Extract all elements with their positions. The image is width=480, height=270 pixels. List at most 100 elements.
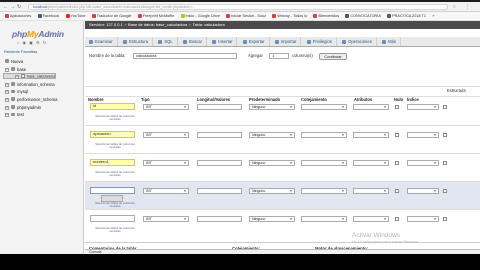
collation-select[interactable]: ▼ <box>301 215 347 222</box>
index-select[interactable]: ▼ <box>407 215 439 222</box>
tab-estructura[interactable]: Estructura <box>119 37 154 46</box>
auto-increment-checkbox[interactable] <box>443 216 447 221</box>
length-input[interactable] <box>197 215 242 222</box>
collation-select[interactable]: ▼ <box>301 131 347 138</box>
tab-mas[interactable]: Más <box>378 37 401 46</box>
central-columns-link[interactable]: Seleccionar tablas de columnas centrales <box>90 115 140 121</box>
type-select[interactable]: INT ▼ <box>143 159 189 166</box>
default-select[interactable]: Ninguno ▼ <box>249 103 295 110</box>
column-name-input[interactable]: id <box>90 103 135 110</box>
add-columns-count[interactable]: 1 <box>269 53 289 59</box>
column-name-input[interactable]: operacion <box>90 131 135 138</box>
tree-item-base[interactable]: − base <box>3 66 83 74</box>
tab-examinar[interactable]: Examinar <box>85 37 118 46</box>
null-checkbox[interactable] <box>395 160 399 165</box>
collapse-icon[interactable]: − <box>5 67 9 72</box>
tree-item-information-schema[interactable]: + information_schema <box>3 81 83 89</box>
tab-sql[interactable]: SQL <box>154 37 178 46</box>
default-select[interactable]: Ninguno ▼ <box>249 187 295 194</box>
attributes-select[interactable]: ▼ <box>353 215 389 222</box>
tab-privilegios[interactable]: Privilegios <box>303 37 337 46</box>
recent-favorites-links[interactable]: Reciente Favoritas <box>4 49 37 54</box>
breadcrumb-database[interactable]: Base de datos: base_calculadora <box>128 22 187 27</box>
column-name-input[interactable]: numero1 <box>90 159 135 166</box>
tree-item-base-calculadora[interactable]: + base_calculadora <box>3 73 57 80</box>
tree-item-mysql[interactable]: + mysql <box>3 88 83 96</box>
index-select[interactable]: ▼ <box>407 159 439 166</box>
attributes-select[interactable]: ▼ <box>353 159 389 166</box>
auto-increment-checkbox[interactable] <box>443 160 447 165</box>
null-checkbox[interactable] <box>395 104 399 109</box>
collation-select[interactable]: ▼ <box>301 103 347 110</box>
expand-icon[interactable]: + <box>5 113 9 118</box>
length-input[interactable] <box>197 187 242 194</box>
tree-item-test[interactable]: + test <box>3 111 83 119</box>
auto-increment-checkbox[interactable] <box>443 188 447 193</box>
continue-button[interactable]: Continuar <box>319 52 347 60</box>
attributes-select[interactable]: ▼ <box>353 131 389 138</box>
default-select[interactable]: Ninguno ▼ <box>249 131 295 138</box>
breadcrumb-table[interactable]: Tabla: calculadora <box>192 22 224 27</box>
null-checkbox[interactable] <box>395 132 399 137</box>
breadcrumb-server[interactable]: Servidor: 127.0.0.1 <box>89 22 123 27</box>
expand-icon[interactable]: + <box>5 97 9 102</box>
tab-exportar[interactable]: Exportar <box>239 37 270 46</box>
column-name-input[interactable] <box>90 215 135 222</box>
url-field[interactable]: localhost/phpmyadmin/index.php?db=base_d… <box>28 4 448 10</box>
tab-insertar[interactable]: Insertar <box>208 37 238 46</box>
type-select[interactable]: INT ▼ <box>143 187 189 194</box>
index-select[interactable]: ▼ <box>407 131 439 138</box>
central-columns-link[interactable]: Seleccionar tablas de columnas centrales <box>90 227 140 233</box>
collation-select[interactable]: ▼ <box>301 187 347 194</box>
tab-buscar[interactable]: Buscar <box>179 37 208 46</box>
length-input[interactable] <box>197 103 242 110</box>
type-select[interactable]: INT ▼ <box>143 103 189 110</box>
null-checkbox[interactable] <box>395 188 399 193</box>
bookmark-star-icon[interactable]: ☆ <box>452 4 456 10</box>
central-columns-link[interactable]: Seleccionar tablas de columnas centrales <box>90 171 140 177</box>
bookmark-youtube[interactable]: YouTube <box>65 12 85 20</box>
auto-increment-checkbox[interactable] <box>443 132 447 137</box>
expand-icon[interactable]: + <box>5 82 9 87</box>
bookmark-drive[interactable]: Inicio - Google Drive <box>180 12 220 20</box>
null-checkbox[interactable] <box>395 216 399 221</box>
reload-icon[interactable]: ↻ <box>17 4 21 10</box>
bookmark-freeprint[interactable]: Freeprint McMuffin <box>137 12 174 20</box>
bookmark-apps[interactable]: Aplicaciones <box>5 12 31 20</box>
central-columns-link[interactable]: Seleccionar tablas de columnas centrales <box>90 202 140 208</box>
type-select[interactable]: INT ▼ <box>143 215 189 222</box>
auto-increment-checkbox[interactable] <box>443 104 447 109</box>
forward-icon[interactable]: → <box>10 4 15 10</box>
length-input[interactable] <box>197 131 242 138</box>
expand-icon[interactable]: + <box>5 90 9 95</box>
tab-importar[interactable]: Importar <box>271 37 302 46</box>
tree-item-new[interactable]: Nueva <box>3 58 83 66</box>
bookmark-login[interactable]: Iniciar Sesión - Souz <box>226 12 266 20</box>
back-icon[interactable]: ← <box>3 4 8 10</box>
phpmyadmin-logo[interactable]: phpMyAdmin <box>12 29 64 39</box>
default-select[interactable]: Ninguno ▼ <box>249 215 295 222</box>
type-select[interactable]: INT ▼ <box>143 131 189 138</box>
index-select[interactable]: ▼ <box>407 187 439 194</box>
bookmark-facebook[interactable]: Facebook <box>37 12 59 20</box>
sidebar-icon-row[interactable]: ⌂ ◉ ▣ ⚙ ↻ <box>17 40 47 45</box>
table-name-input[interactable]: calculadora <box>133 53 237 59</box>
column-name-input[interactable] <box>90 187 135 194</box>
bookmark-bienvenidos[interactable]: Bienvenidos <box>313 12 339 20</box>
bookmark-convocatoria[interactable]: CONVOCATORIA <box>345 12 381 20</box>
bookmark-translate[interactable]: Traductor de Google <box>91 12 131 20</box>
tab-operaciones[interactable]: Operaciones <box>338 37 377 46</box>
length-input[interactable] <box>197 159 242 166</box>
expand-icon[interactable]: + <box>15 74 19 79</box>
expand-icon[interactable]: + <box>5 105 9 110</box>
attributes-select[interactable]: ▼ <box>353 187 389 194</box>
default-select[interactable]: Ninguno ▼ <box>249 159 295 166</box>
browser-menu-icon[interactable]: ⋮ <box>465 4 470 10</box>
collation-select[interactable]: ▼ <box>301 159 347 166</box>
tree-item-performance-schema[interactable]: + performance_schema <box>3 96 83 104</box>
attributes-select[interactable]: ▼ <box>353 103 389 110</box>
tree-item-phpmyadmin[interactable]: + phpmyadmin <box>3 104 83 112</box>
central-columns-link[interactable]: Seleccionar tablas de columnas centrales <box>90 143 140 149</box>
bookmark-practica[interactable]: PRACTICA 2018 T1 <box>387 12 426 20</box>
more-bookmarks-icon[interactable]: » <box>432 12 434 20</box>
